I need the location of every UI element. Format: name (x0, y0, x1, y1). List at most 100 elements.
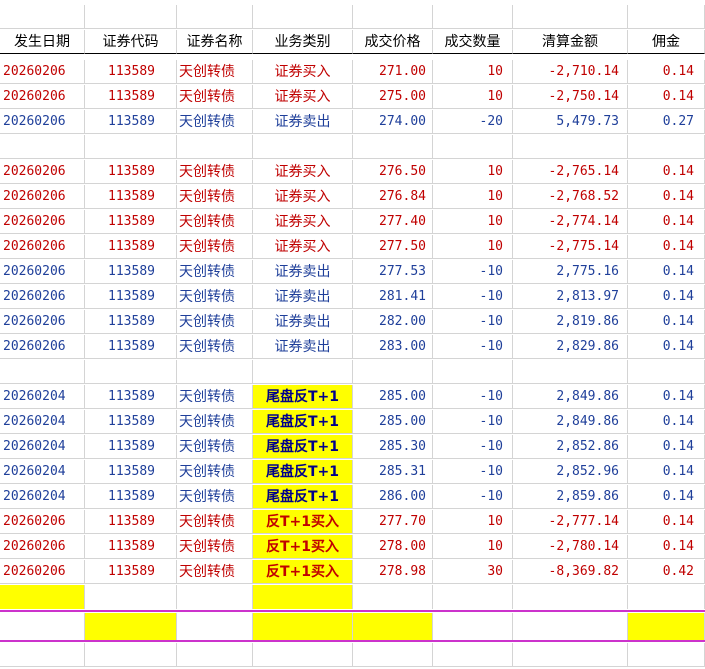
price-cell[interactable]: 275.00 (353, 85, 433, 109)
empty-cell[interactable] (177, 643, 253, 667)
empty-cell[interactable] (353, 643, 433, 667)
code-cell[interactable]: 113589 (85, 85, 177, 109)
summary-profit[interactable] (353, 613, 433, 640)
summary-label[interactable] (0, 613, 85, 640)
summary-unit[interactable] (253, 613, 353, 640)
empty-cell[interactable] (253, 360, 353, 384)
header-price[interactable]: 成交价格 (353, 30, 433, 54)
qty-cell[interactable]: -20 (433, 110, 513, 134)
date-cell[interactable]: 20260206 (0, 185, 85, 209)
qty-cell[interactable]: 10 (433, 160, 513, 184)
empty-cell[interactable] (433, 585, 513, 609)
fee-cell[interactable]: 0.14 (628, 435, 705, 459)
qty-cell[interactable]: -10 (433, 310, 513, 334)
code-cell[interactable]: 113589 (85, 285, 177, 309)
empty-cell[interactable] (433, 135, 513, 159)
amount-cell[interactable]: -2,768.52 (513, 185, 628, 209)
code-cell[interactable]: 113589 (85, 110, 177, 134)
name-cell[interactable]: 天创转债 (177, 60, 253, 84)
price-cell[interactable]: 278.98 (353, 560, 433, 584)
name-cell[interactable]: 天创转债 (177, 310, 253, 334)
fee-cell[interactable]: 0.14 (628, 510, 705, 534)
empty-cell[interactable] (85, 585, 177, 609)
price-cell[interactable]: 285.00 (353, 410, 433, 434)
qty-cell[interactable]: -10 (433, 385, 513, 409)
type-cell[interactable]: 证券卖出 (253, 335, 353, 359)
code-cell[interactable]: 113589 (85, 560, 177, 584)
fee-cell[interactable]: 0.14 (628, 260, 705, 284)
code-cell[interactable]: 113589 (85, 185, 177, 209)
type-cell[interactable]: 尾盘反T+1 (253, 435, 353, 459)
amount-cell[interactable]: -2,710.14 (513, 60, 628, 84)
amount-cell[interactable]: -2,774.14 (513, 210, 628, 234)
fee-cell[interactable]: 0.14 (628, 85, 705, 109)
date-cell[interactable]: 20260206 (0, 260, 85, 284)
code-cell[interactable]: 113589 (85, 260, 177, 284)
type-cell[interactable]: 证券买入 (253, 210, 353, 234)
date-cell[interactable]: 20260204 (0, 460, 85, 484)
summary-cost[interactable] (85, 613, 177, 640)
type-cell[interactable]: 尾盘反T+1 (253, 485, 353, 509)
header-name[interactable]: 证券名称 (177, 30, 253, 54)
code-cell[interactable]: 113589 (85, 310, 177, 334)
date-cell[interactable]: 20260206 (0, 210, 85, 234)
date-cell[interactable]: 20260206 (0, 85, 85, 109)
code-cell[interactable]: 113589 (85, 485, 177, 509)
fee-cell[interactable]: 0.14 (628, 535, 705, 559)
date-cell[interactable]: 20260204 (0, 410, 85, 434)
date-cell[interactable]: 20260206 (0, 535, 85, 559)
type-cell[interactable]: 证券买入 (253, 235, 353, 259)
amount-cell[interactable]: -2,765.14 (513, 160, 628, 184)
qty-cell[interactable]: -10 (433, 485, 513, 509)
date-cell[interactable]: 20260206 (0, 235, 85, 259)
amount-cell[interactable]: -2,775.14 (513, 235, 628, 259)
empty-cell[interactable] (353, 585, 433, 609)
empty-cell[interactable] (85, 5, 177, 29)
net-profit-label[interactable] (0, 585, 85, 609)
code-cell[interactable]: 113589 (85, 535, 177, 559)
fee-cell[interactable]: 0.14 (628, 485, 705, 509)
amount-cell[interactable]: 5,479.73 (513, 110, 628, 134)
qty-cell[interactable]: -10 (433, 285, 513, 309)
price-cell[interactable]: 277.50 (353, 235, 433, 259)
header-qty[interactable]: 成交数量 (433, 30, 513, 54)
qty-cell[interactable]: -10 (433, 335, 513, 359)
fee-cell[interactable]: 0.14 (628, 335, 705, 359)
empty-cell[interactable] (513, 360, 628, 384)
code-cell[interactable]: 113589 (85, 335, 177, 359)
price-cell[interactable]: 277.53 (353, 260, 433, 284)
code-cell[interactable]: 113589 (85, 60, 177, 84)
date-cell[interactable]: 20260206 (0, 110, 85, 134)
price-cell[interactable]: 276.50 (353, 160, 433, 184)
fee-cell[interactable]: 0.14 (628, 160, 705, 184)
empty-cell[interactable] (628, 5, 705, 29)
empty-cell[interactable] (628, 585, 705, 609)
empty-cell[interactable] (433, 613, 513, 640)
empty-cell[interactable] (433, 5, 513, 29)
type-cell[interactable]: 证券卖出 (253, 310, 353, 334)
fee-cell[interactable]: 0.14 (628, 285, 705, 309)
code-cell[interactable]: 113589 (85, 435, 177, 459)
price-cell[interactable]: 271.00 (353, 60, 433, 84)
type-cell[interactable]: 证券买入 (253, 60, 353, 84)
summary-fee[interactable] (628, 613, 705, 640)
name-cell[interactable]: 天创转债 (177, 510, 253, 534)
empty-cell[interactable] (513, 585, 628, 609)
date-cell[interactable]: 20260206 (0, 285, 85, 309)
header-date[interactable]: 发生日期 (0, 30, 85, 54)
fee-cell[interactable]: 0.14 (628, 385, 705, 409)
qty-cell[interactable]: 10 (433, 60, 513, 84)
empty-cell[interactable] (85, 360, 177, 384)
empty-cell[interactable] (353, 360, 433, 384)
empty-cell[interactable] (513, 135, 628, 159)
type-cell[interactable]: 证券买入 (253, 85, 353, 109)
empty-cell[interactable] (628, 135, 705, 159)
fee-cell[interactable]: 0.14 (628, 235, 705, 259)
name-cell[interactable]: 天创转债 (177, 535, 253, 559)
price-cell[interactable]: 277.70 (353, 510, 433, 534)
header-type[interactable]: 业务类别 (253, 30, 353, 54)
fee-cell[interactable]: 0.14 (628, 410, 705, 434)
amount-cell[interactable]: 2,819.86 (513, 310, 628, 334)
header-code[interactable]: 证券代码 (85, 30, 177, 54)
empty-cell[interactable] (253, 135, 353, 159)
